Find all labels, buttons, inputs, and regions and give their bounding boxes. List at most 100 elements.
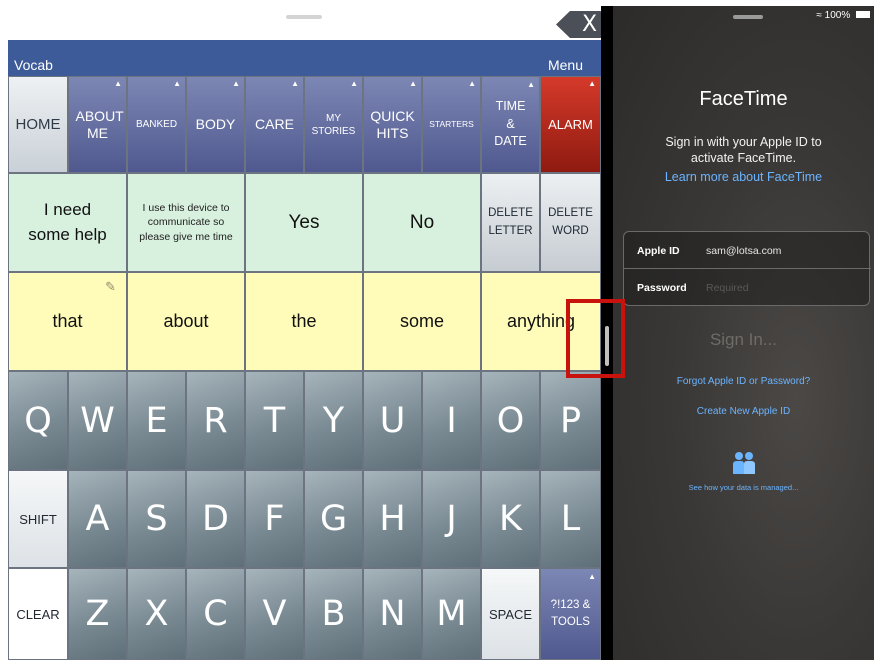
word-that-label: that (52, 311, 83, 331)
word-the-label: the (291, 311, 317, 331)
key-k[interactable]: K (481, 470, 540, 568)
key-y[interactable]: Y (304, 371, 363, 470)
word-some-button[interactable]: some (363, 272, 481, 371)
word-the-button[interactable]: the (245, 272, 363, 371)
phrase-no-button[interactable]: No (363, 173, 481, 272)
key-m[interactable]: M (422, 568, 481, 660)
key-h-label: H (379, 499, 406, 539)
nav-about-me-label: ABOUT ME (75, 107, 124, 141)
delete-letter-label: DELETE LETTER (488, 206, 533, 237)
folder-arrow-icon: ▲ (173, 79, 181, 88)
key-g[interactable]: G (304, 470, 363, 568)
sign-in-button[interactable]: Sign In... (613, 330, 874, 350)
key-v[interactable]: V (245, 568, 304, 660)
nav-time-date-button[interactable]: ▲ TIME & DATE (481, 76, 540, 173)
key-a[interactable]: A (68, 470, 127, 568)
key-o-label: O (496, 400, 525, 441)
key-z[interactable]: Z (68, 568, 127, 660)
sign-in-subtitle: Sign in with your Apple ID to activate F… (665, 135, 822, 166)
tools-key-label: ?!123 & TOOLS (550, 598, 591, 628)
forgot-password-link[interactable]: Forgot Apple ID or Password? (613, 376, 874, 387)
phrase-need-help-label: I need some help (28, 199, 107, 244)
key-t[interactable]: T (245, 371, 304, 470)
key-q-label: Q (24, 400, 52, 441)
key-f-label: F (264, 499, 285, 539)
phrase-yes-button[interactable]: Yes (245, 173, 363, 272)
shift-key[interactable]: SHIFT (8, 470, 68, 568)
key-r[interactable]: R (186, 371, 245, 470)
nav-banked-button[interactable]: ▲ BANKED (127, 76, 186, 173)
key-a-label: A (85, 499, 110, 539)
folder-arrow-icon: ▲ (527, 80, 535, 89)
word-some-label: some (399, 311, 444, 331)
key-h[interactable]: H (363, 470, 422, 568)
nav-alarm-button[interactable]: ▲ ALARM (540, 76, 601, 173)
nav-care-button[interactable]: ▲ CARE (245, 76, 304, 173)
data-privacy-link[interactable]: See how your data is managed... (613, 483, 874, 492)
key-q[interactable]: Q (8, 371, 68, 470)
delete-word-button[interactable]: DELETE WORD (540, 173, 601, 272)
nav-quick-hits-button[interactable]: ▲ QUICK HITS (363, 76, 422, 173)
key-g-label: G (319, 499, 348, 539)
nav-time-date-label: TIME & DATE (494, 99, 527, 149)
apple-id-row[interactable]: Apple ID sam@lotsa.com (624, 232, 871, 269)
shift-key-label: SHIFT (19, 511, 57, 527)
battery-icon (856, 11, 870, 18)
key-e[interactable]: E (127, 371, 186, 470)
nav-body-button[interactable]: ▲ BODY (186, 76, 245, 173)
nav-about-me-button[interactable]: ▲ ABOUT ME (68, 76, 127, 173)
key-x[interactable]: X (127, 568, 186, 660)
key-u[interactable]: U (363, 371, 422, 470)
clear-key[interactable]: CLEAR (8, 568, 68, 660)
multitask-grabber[interactable] (733, 15, 763, 19)
key-u-label: U (379, 400, 406, 441)
delete-letter-button[interactable]: DELETE LETTER (481, 173, 540, 272)
password-field[interactable]: Required (706, 282, 749, 294)
phrase-use-device-button[interactable]: I use this device to communicate so plea… (127, 173, 245, 272)
key-p-label: P (559, 400, 582, 441)
nav-home-button[interactable]: HOME (8, 76, 68, 173)
menu-button[interactable]: Menu (548, 57, 583, 73)
key-w[interactable]: W (68, 371, 127, 470)
word-about-button[interactable]: about (127, 272, 245, 371)
folder-arrow-icon: ▲ (588, 572, 596, 581)
key-d[interactable]: D (186, 470, 245, 568)
wifi-icon: ≈ (816, 10, 822, 21)
key-s[interactable]: S (127, 470, 186, 568)
key-m-label: M (436, 594, 467, 634)
key-f[interactable]: F (245, 470, 304, 568)
key-v-label: V (262, 594, 287, 634)
key-p[interactable]: P (540, 371, 601, 470)
key-w-label: W (80, 400, 115, 441)
nav-my-stories-button[interactable]: ▲ MY STORIES (304, 76, 363, 173)
key-b[interactable]: B (304, 568, 363, 660)
space-key[interactable]: SPACE (481, 568, 540, 660)
word-that-button[interactable]: ✎ that (8, 272, 127, 371)
close-button[interactable]: X (556, 11, 605, 38)
apple-id-field[interactable]: sam@lotsa.com (706, 245, 781, 257)
password-row[interactable]: Password Required (624, 269, 871, 306)
nav-starters-label: STARTERS (429, 119, 474, 130)
phrase-use-device-label: I use this device to communicate so plea… (139, 202, 233, 243)
folder-arrow-icon: ▲ (468, 79, 476, 88)
learn-more-link[interactable]: Learn more about FaceTime (613, 170, 874, 184)
folder-arrow-icon: ▲ (232, 79, 240, 88)
nav-starters-button[interactable]: ▲ STARTERS (422, 76, 481, 173)
key-i[interactable]: I (422, 371, 481, 470)
key-n[interactable]: N (363, 568, 422, 660)
tools-key[interactable]: ▲ ?!123 & TOOLS (540, 568, 601, 660)
create-apple-id-link[interactable]: Create New Apple ID (613, 406, 874, 417)
key-l[interactable]: L (540, 470, 601, 568)
multitask-grabber[interactable] (286, 15, 322, 19)
key-o[interactable]: O (481, 371, 540, 470)
key-i-label: I (446, 400, 457, 441)
nav-quick-hits-label: QUICK HITS (370, 107, 415, 141)
phrase-yes-label: Yes (288, 211, 320, 233)
word-prediction-row: ✎ that about the some anything (8, 272, 601, 371)
key-j[interactable]: J (422, 470, 481, 568)
highlight-box (566, 299, 625, 378)
privacy-handshake-icon (731, 450, 757, 476)
phrase-need-help-button[interactable]: I need some help (8, 173, 127, 272)
vocab-button[interactable]: Vocab (14, 57, 53, 73)
key-c[interactable]: C (186, 568, 245, 660)
